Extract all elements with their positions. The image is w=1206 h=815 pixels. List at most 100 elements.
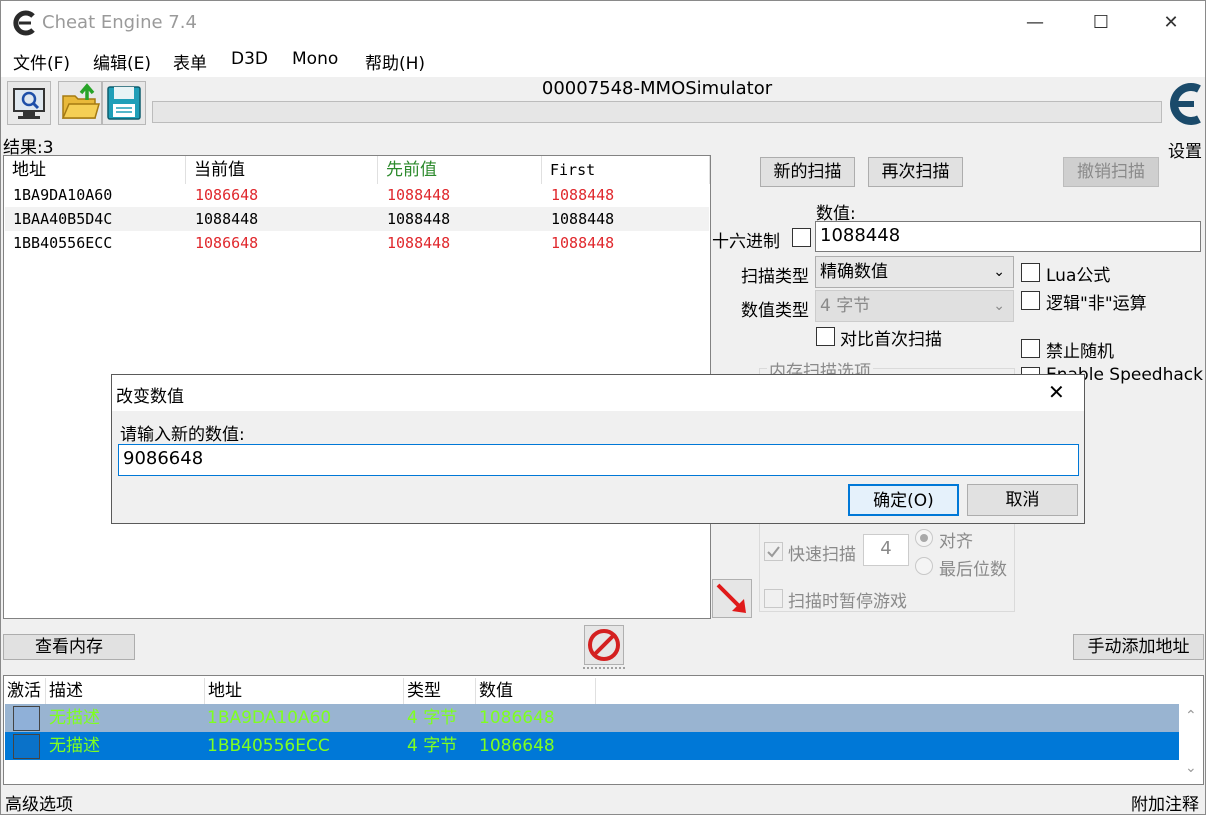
menu-mono[interactable]: Mono (292, 49, 338, 69)
clear-list-button[interactable] (584, 625, 624, 665)
fast-scan-alignment-input[interactable]: 4 (863, 534, 909, 566)
view-memory-button[interactable]: 查看内存 (3, 634, 135, 660)
floppy-disk-icon (107, 86, 141, 120)
last-digits-radio[interactable] (915, 557, 933, 575)
logical-not-label: 逻辑"非"运算 (1046, 294, 1147, 314)
row-first-value: 1088448 (551, 234, 615, 252)
row-address: 1BB40556ECC (207, 736, 330, 756)
active-checkbox[interactable] (13, 706, 40, 731)
hex-checkbox[interactable] (792, 228, 811, 247)
new-value-input[interactable]: 9086648 (118, 444, 1079, 476)
value-type-value: 4 字节 (820, 296, 871, 316)
dialog-prompt: 请输入新的数值: (120, 425, 245, 445)
process-name: 00007548-MMOSimulator (541, 78, 773, 99)
cheat-engine-settings-icon[interactable] (1163, 75, 1206, 133)
hex-label: 十六进制 (712, 232, 780, 252)
scan-progress-bar (152, 101, 1162, 123)
checkmark-icon (767, 546, 780, 558)
close-button[interactable]: ✕ (1153, 9, 1189, 37)
change-value-dialog: 改变数值 ✕ 请输入新的数值: 9086648 确定(O) 取消 (111, 374, 1085, 524)
lua-formula-checkbox[interactable] (1021, 263, 1040, 282)
row-current-value: 1086648 (195, 186, 259, 204)
folder-open-icon (61, 83, 100, 119)
row-address: 1BA9DA10A60 (207, 708, 332, 728)
column-header-first[interactable]: First (542, 156, 710, 184)
dialog-title-bar: 改变数值 ✕ (112, 375, 1084, 411)
active-checkbox[interactable] (13, 734, 40, 759)
stop-icon (588, 629, 620, 661)
chevron-down-icon[interactable]: ⌄ (1185, 760, 1197, 776)
address-list-scrollbar[interactable]: ⌃ ⌄ (1181, 704, 1203, 784)
row-previous-value: 1088448 (387, 186, 451, 204)
value-type-select[interactable]: 4 字节 ⌄ (815, 290, 1014, 322)
main-window: Cheat Engine 7.4 — ☐ ✕ 文件(F) 编辑(E) 表单 D3… (0, 0, 1206, 815)
advanced-options-link[interactable]: 高级选项 (5, 790, 73, 815)
column-header-current[interactable]: 当前值 (186, 156, 378, 184)
column-header-address[interactable]: 地址 (4, 156, 186, 184)
splitter-handle[interactable] (583, 667, 625, 671)
chevron-up-icon[interactable]: ⌃ (1185, 708, 1197, 724)
add-selected-to-list-button[interactable] (712, 579, 752, 618)
menu-table[interactable]: 表单 (173, 49, 207, 74)
address-row[interactable]: 无描述 1BA9DA10A60 4 字节 1086648 (5, 704, 1179, 732)
column-header-address[interactable]: 地址 (205, 678, 404, 704)
address-row[interactable]: 无描述 1BB40556ECC 4 字节 1086648 (5, 732, 1179, 760)
window-title: Cheat Engine 7.4 (42, 12, 197, 33)
column-header-value[interactable]: 数值 (476, 678, 596, 704)
column-header-description[interactable]: 描述 (46, 678, 205, 704)
menu-file[interactable]: 文件(F) (13, 49, 70, 74)
cancel-button[interactable]: 取消 (967, 484, 1078, 516)
undo-scan-button[interactable]: 撤销扫描 (1063, 157, 1159, 187)
column-header-previous[interactable]: 先前值 (378, 156, 542, 184)
open-process-button[interactable] (7, 81, 51, 125)
new-scan-button[interactable]: 新的扫描 (760, 157, 855, 187)
row-address: 1BA9DA10A60 (13, 186, 113, 204)
pause-game-checkbox[interactable] (764, 589, 783, 608)
add-address-manually-button[interactable]: 手动添加地址 (1073, 634, 1204, 660)
row-previous-value: 1088448 (387, 210, 451, 228)
column-header-type[interactable]: 类型 (404, 678, 476, 704)
row-first-value: 1088448 (551, 210, 615, 228)
row-current-value: 1086648 (195, 234, 259, 252)
table-row[interactable]: 1BA9DA10A60 1086648 1088448 1088448 (5, 183, 709, 207)
row-address: 1BAA40B5D4C (13, 210, 113, 228)
fast-scan-label: 快速扫描 (788, 545, 856, 565)
last-digits-label: 最后位数 (939, 560, 1007, 580)
compare-first-label: 对比首次扫描 (840, 330, 942, 350)
row-type: 4 字节 (407, 708, 458, 728)
save-button[interactable] (102, 81, 146, 125)
ok-button[interactable]: 确定(O) (848, 484, 959, 516)
settings-label[interactable]: 设置 (1168, 137, 1202, 162)
row-type: 4 字节 (407, 736, 458, 756)
menu-bar: 文件(F) 编辑(E) 表单 D3D Mono 帮助(H) (1, 45, 1205, 77)
menu-edit[interactable]: 编辑(E) (93, 49, 151, 74)
column-header-active[interactable]: 激活 (4, 678, 46, 704)
open-file-button[interactable] (58, 81, 102, 125)
row-description: 无描述 (49, 708, 100, 728)
disable-random-checkbox[interactable] (1021, 339, 1040, 358)
minimize-button[interactable]: — (1017, 9, 1053, 37)
arrow-down-right-icon (716, 583, 746, 613)
row-first-value: 1088448 (551, 186, 615, 204)
maximize-button[interactable]: ☐ (1083, 9, 1119, 37)
logical-not-checkbox[interactable] (1021, 291, 1040, 310)
row-value: 1086648 (479, 708, 555, 728)
align-radio[interactable] (915, 529, 933, 547)
fast-scan-checkbox[interactable] (764, 542, 783, 561)
menu-d3d[interactable]: D3D (231, 49, 268, 69)
table-comments-link[interactable]: 附加注释 (1131, 790, 1199, 815)
next-scan-button[interactable]: 再次扫描 (868, 157, 963, 187)
row-address: 1BB40556ECC (13, 234, 113, 252)
value-type-label: 数值类型 (741, 301, 809, 321)
dialog-close-button[interactable]: ✕ (1048, 380, 1065, 404)
address-list[interactable]: 激活 描述 地址 类型 数值 无描述 1BA9DA10A60 4 字节 1086… (3, 675, 1204, 785)
scan-value-input[interactable]: 1088448 (815, 221, 1201, 252)
table-row[interactable]: 1BAA40B5D4C 1088448 1088448 1088448 (5, 207, 709, 231)
row-value: 1086648 (479, 736, 555, 756)
lua-formula-label: Lua公式 (1046, 266, 1111, 286)
menu-help[interactable]: 帮助(H) (365, 49, 425, 74)
table-row[interactable]: 1BB40556ECC 1086648 1088448 1088448 (5, 231, 709, 255)
scan-type-select[interactable]: 精确数值 ⌄ (815, 256, 1014, 288)
compare-first-checkbox[interactable] (816, 327, 835, 346)
computer-icon (13, 88, 45, 119)
